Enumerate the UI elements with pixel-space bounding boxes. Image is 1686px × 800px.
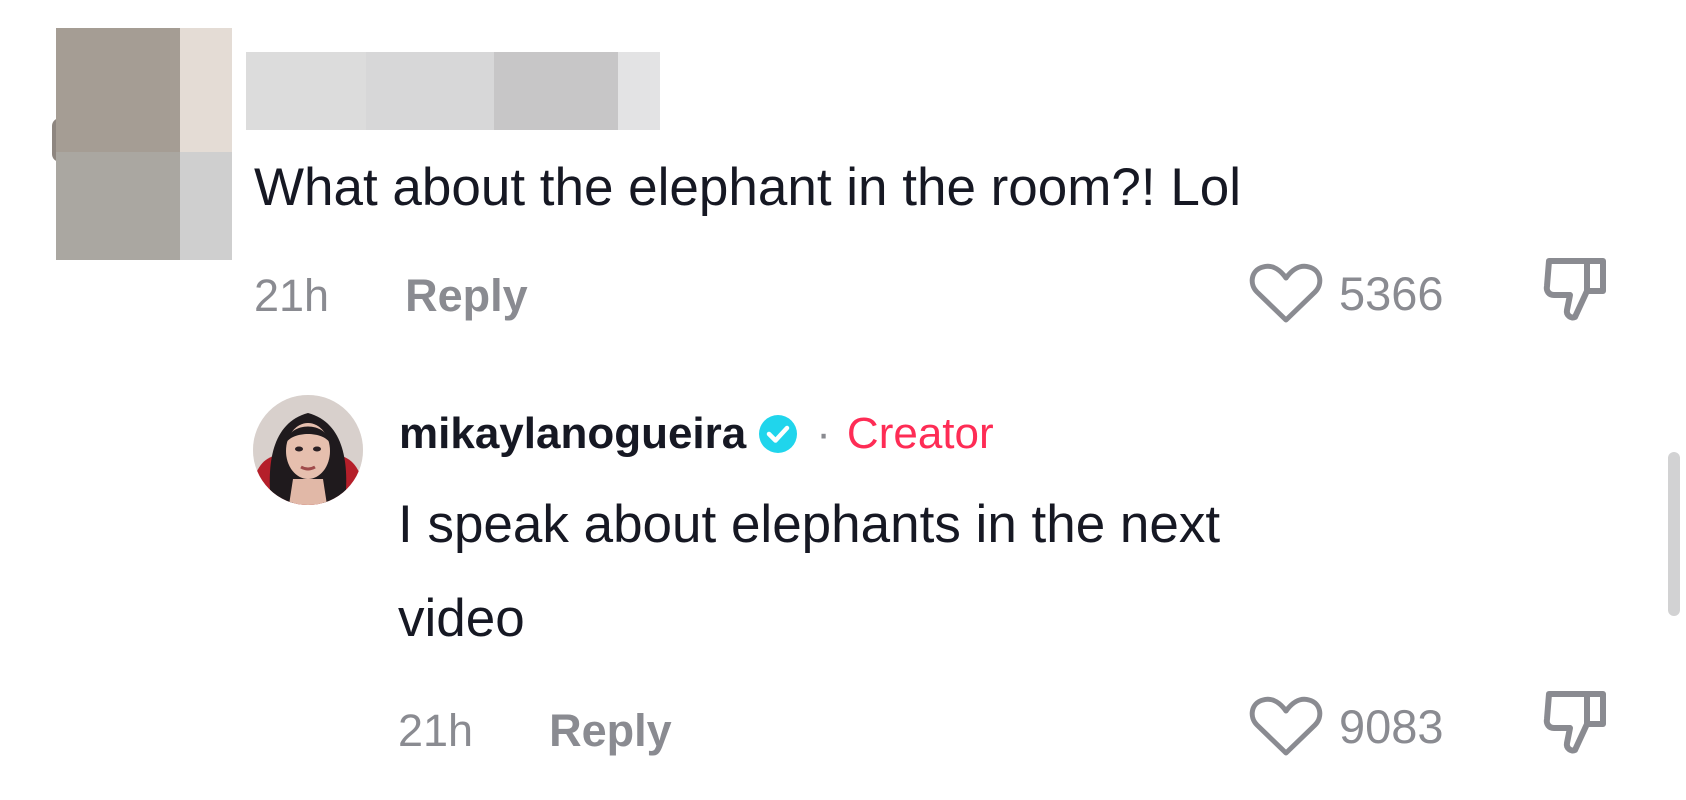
- dislike-button[interactable]: [1541, 688, 1613, 765]
- comment-time: 21h: [398, 705, 474, 756]
- scrollbar[interactable]: [1668, 452, 1680, 616]
- commenter-avatar-pixelated[interactable]: [56, 28, 232, 260]
- like-count: 5366: [1339, 267, 1444, 320]
- commenter-username-pixelated[interactable]: [246, 52, 660, 130]
- thumbs-down-icon: [1543, 258, 1606, 321]
- creator-avatar[interactable]: [253, 395, 363, 505]
- creator-label: Creator: [846, 409, 994, 458]
- reply-button[interactable]: Reply: [405, 270, 528, 322]
- creator-reply-line-2: video: [398, 589, 525, 648]
- like-button[interactable]: 5366: [1247, 262, 1444, 326]
- like-button[interactable]: 9083: [1247, 695, 1444, 759]
- separator-dot: ·: [816, 409, 831, 458]
- comment-text: What about the elephant in the room?! Lo…: [254, 158, 1242, 217]
- verified-badge-icon: [759, 415, 798, 453]
- heart-outline-icon: [1249, 263, 1323, 323]
- dislike-button[interactable]: [1541, 255, 1613, 332]
- creator-comment-meta: 21h Reply: [398, 705, 672, 757]
- comment-meta: 21h Reply: [254, 270, 528, 322]
- heart-outline-icon: [1249, 696, 1323, 756]
- creator-username[interactable]: mikaylanogueira: [399, 408, 746, 460]
- thumbs-down-icon: [1543, 691, 1606, 754]
- reply-button[interactable]: Reply: [549, 705, 672, 757]
- like-count: 9083: [1339, 700, 1444, 753]
- comment-time: 21h: [254, 270, 330, 321]
- creator-reply-line-1: I speak about elephants in the next: [398, 495, 1221, 554]
- comments-panel: What about the elephant in the room?! Lo…: [0, 0, 1686, 800]
- creator-author-row: mikaylanogueira · Creator: [399, 408, 994, 460]
